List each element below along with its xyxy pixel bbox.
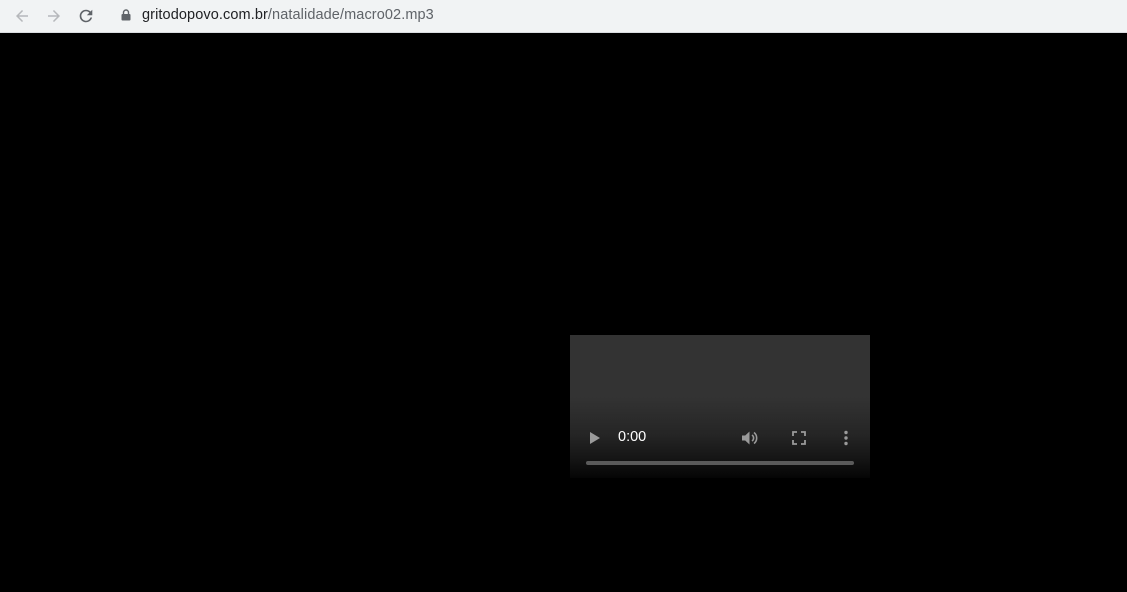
volume-icon xyxy=(742,431,758,445)
more-options-button[interactable] xyxy=(836,427,856,449)
play-button[interactable] xyxy=(584,427,606,449)
page-viewport: 0:00 xyxy=(0,33,1127,592)
forward-button[interactable] xyxy=(41,3,67,29)
forward-arrow-icon xyxy=(48,10,60,22)
fullscreen-icon xyxy=(792,431,806,445)
browser-toolbar: gritodopovo.com.br/natalidade/macro02.mp… xyxy=(0,0,1127,33)
url-text: gritodopovo.com.br/natalidade/macro02.mp… xyxy=(142,7,434,23)
address-bar[interactable]: gritodopovo.com.br/natalidade/macro02.mp… xyxy=(108,1,1127,29)
url-host: gritodopovo.com.br xyxy=(142,7,268,23)
fullscreen-button[interactable] xyxy=(788,427,810,449)
url-path: /natalidade/macro02.mp3 xyxy=(267,7,434,23)
back-arrow-icon xyxy=(16,10,28,22)
player-panel xyxy=(570,335,870,478)
reload-button[interactable] xyxy=(73,3,99,29)
reload-icon xyxy=(79,9,93,23)
current-time: 0:00 xyxy=(618,429,647,445)
more-vert-icon xyxy=(844,430,848,446)
play-icon xyxy=(590,432,600,444)
back-button[interactable] xyxy=(9,3,35,29)
lock-icon xyxy=(119,8,133,22)
mute-button[interactable] xyxy=(738,427,762,449)
audio-player[interactable]: 0:00 xyxy=(570,335,870,485)
seek-bar[interactable] xyxy=(586,461,854,465)
